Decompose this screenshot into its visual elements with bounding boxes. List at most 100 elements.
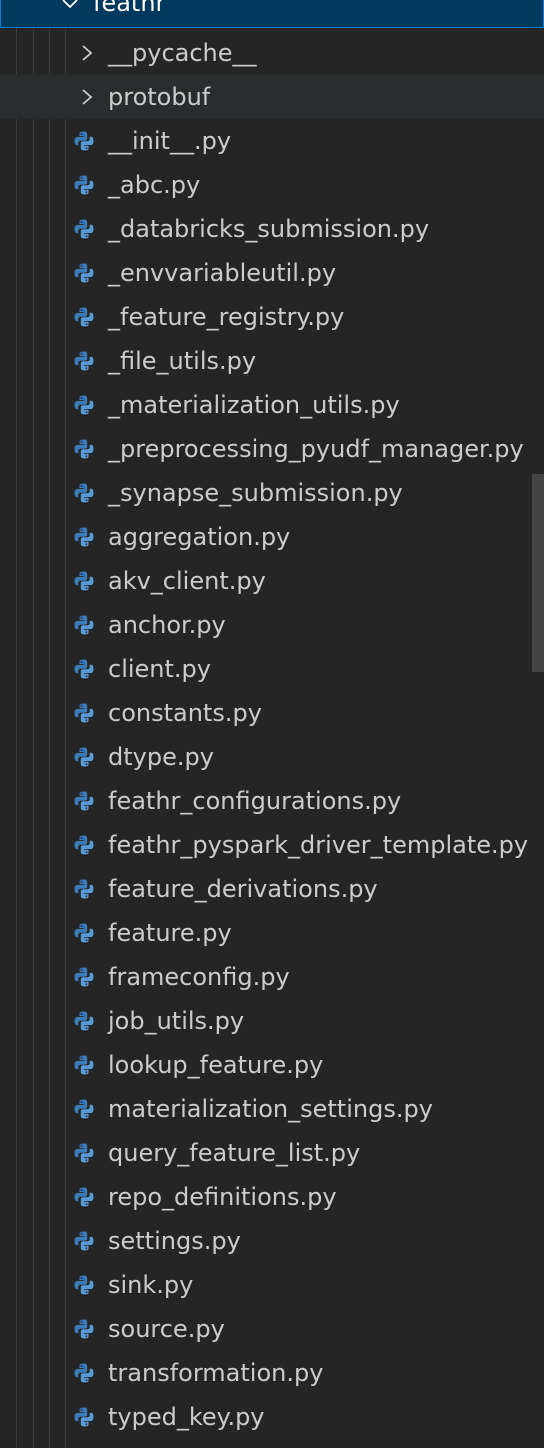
file-row-feature-registry-py[interactable]: _feature_registry.py [0, 295, 544, 339]
python-icon [74, 1231, 94, 1251]
folder-label: feathr [93, 0, 166, 17]
file-row-constants-py[interactable]: constants.py [0, 691, 544, 735]
file-label: lookup_feature.py [108, 1051, 324, 1079]
file-label: query_feature_list.py [108, 1139, 361, 1167]
file-row-repo-definitions-py[interactable]: repo_definitions.py [0, 1175, 544, 1219]
file-row-job-utils-py[interactable]: job_utils.py [0, 999, 544, 1043]
python-icon [74, 307, 94, 327]
folder-row-protobuf[interactable]: protobuf [0, 75, 544, 119]
chevron-right-icon[interactable] [78, 43, 96, 63]
file-row-feature-py[interactable]: feature.py [0, 911, 544, 955]
file-label: repo_definitions.py [108, 1183, 337, 1211]
file-row-feathr-pyspark-driver-template-py[interactable]: feathr_pyspark_driver_template.py [0, 823, 544, 867]
file-row-aggregation-py[interactable]: aggregation.py [0, 515, 544, 559]
file-label: client.py [108, 655, 211, 683]
file-row-materialization-settings-py[interactable]: materialization_settings.py [0, 1087, 544, 1131]
file-row-anchor-py[interactable]: anchor.py [0, 603, 544, 647]
python-icon [74, 175, 94, 195]
file-label: _envvariableutil.py [108, 259, 337, 287]
file-row-preprocessing-pyudf-manager-py[interactable]: _preprocessing_pyudf_manager.py [0, 427, 544, 471]
file-row-sink-py[interactable]: sink.py [0, 1263, 544, 1307]
folder-row-pycache[interactable]: __pycache__ [0, 31, 544, 75]
python-icon [74, 1011, 94, 1031]
file-label: sink.py [108, 1271, 194, 1299]
file-row-client-py[interactable]: client.py [0, 647, 544, 691]
python-icon [74, 615, 94, 635]
python-icon [74, 263, 94, 283]
file-row-typed-key-py[interactable]: typed_key.py [0, 1395, 544, 1439]
file-row-init-py[interactable]: __init__.py [0, 119, 544, 163]
file-label: _abc.py [108, 171, 201, 199]
python-icon [74, 351, 94, 371]
python-icon [74, 659, 94, 679]
python-icon [74, 571, 94, 591]
python-icon [74, 1055, 94, 1075]
file-row-abc-py[interactable]: _abc.py [0, 163, 544, 207]
file-row-synapse-submission-py[interactable]: _synapse_submission.py [0, 471, 544, 515]
python-icon [74, 483, 94, 503]
python-icon [74, 1099, 94, 1119]
file-label: _preprocessing_pyudf_manager.py [108, 435, 524, 463]
file-row-dtype-py[interactable]: dtype.py [0, 735, 544, 779]
folder-label: protobuf [108, 83, 211, 111]
python-icon [74, 923, 94, 943]
file-label: materialization_settings.py [108, 1095, 433, 1123]
python-icon [74, 1407, 94, 1427]
python-icon [74, 747, 94, 767]
file-label: __init__.py [108, 127, 232, 155]
file-row-materialization-utils-py[interactable]: _materialization_utils.py [0, 383, 544, 427]
file-row-feathr-configurations-py[interactable]: feathr_configurations.py [0, 779, 544, 823]
folder-row-feathr[interactable]: feathr [0, 0, 544, 28]
python-icon [74, 131, 94, 151]
python-icon [74, 835, 94, 855]
file-row-transformation-py[interactable]: transformation.py [0, 1351, 544, 1395]
file-label: feathr_pyspark_driver_template.py [108, 831, 529, 859]
python-icon [74, 439, 94, 459]
python-icon [74, 703, 94, 723]
python-icon [74, 791, 94, 811]
file-label: dtype.py [108, 743, 214, 771]
file-label: anchor.py [108, 611, 226, 639]
file-row-akv-client-py[interactable]: akv_client.py [0, 559, 544, 603]
file-label: akv_client.py [108, 567, 266, 595]
python-icon [74, 1143, 94, 1163]
file-row-envvariableutil-py[interactable]: _envvariableutil.py [0, 251, 544, 295]
file-label: transformation.py [108, 1359, 324, 1387]
file-label: source.py [108, 1315, 225, 1343]
python-icon [74, 1319, 94, 1339]
file-label: _feature_registry.py [108, 303, 345, 331]
chevron-right-icon[interactable] [78, 87, 96, 107]
file-label: settings.py [108, 1227, 241, 1255]
file-label: _file_utils.py [108, 347, 257, 375]
python-icon [74, 879, 94, 899]
file-label: frameconfig.py [108, 963, 290, 991]
file-label: aggregation.py [108, 523, 291, 551]
file-row-query-feature-list-py[interactable]: query_feature_list.py [0, 1131, 544, 1175]
file-row-file-utils-py[interactable]: _file_utils.py [0, 339, 544, 383]
file-label: _synapse_submission.py [108, 479, 403, 507]
file-label: _materialization_utils.py [108, 391, 400, 419]
file-row-lookup-feature-py[interactable]: lookup_feature.py [0, 1043, 544, 1087]
chevron-down-icon[interactable] [61, 0, 79, 13]
python-icon [74, 967, 94, 987]
file-label: typed_key.py [108, 1403, 265, 1431]
file-label: feature.py [108, 919, 232, 947]
python-icon [74, 395, 94, 415]
python-icon [74, 527, 94, 547]
file-label: feathr_configurations.py [108, 787, 402, 815]
file-explorer-tree: feathr __pycache__ protobuf __init__.py … [0, 0, 544, 1448]
file-label: job_utils.py [108, 1007, 245, 1035]
file-row-databricks-submission-py[interactable]: _databricks_submission.py [0, 207, 544, 251]
file-row-frameconfig-py[interactable]: frameconfig.py [0, 955, 544, 999]
file-label: constants.py [108, 699, 262, 727]
scrollbar-thumb[interactable] [532, 474, 544, 672]
python-icon [74, 1363, 94, 1383]
file-row-feature-derivations-py[interactable]: feature_derivations.py [0, 867, 544, 911]
file-label: feature_derivations.py [108, 875, 378, 903]
file-label: _databricks_submission.py [108, 215, 430, 243]
file-row-settings-py[interactable]: settings.py [0, 1219, 544, 1263]
python-icon [74, 1275, 94, 1295]
python-icon [74, 219, 94, 239]
file-row-source-py[interactable]: source.py [0, 1307, 544, 1351]
python-icon [74, 1187, 94, 1207]
